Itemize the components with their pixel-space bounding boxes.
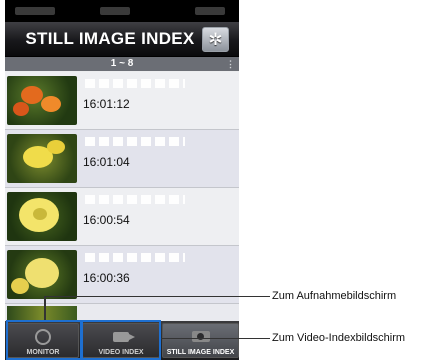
page-range-label: 1 ~ 8 <box>110 58 134 69</box>
tab-video-index[interactable]: VIDEO INDEX <box>82 323 160 358</box>
list-item[interactable]: 16:01:04 <box>5 130 239 188</box>
image-thumbnail <box>7 134 77 183</box>
scroll-indicator: ⋮ <box>226 59 235 69</box>
blurred-date <box>85 79 185 88</box>
item-time: 16:00:54 <box>83 213 130 227</box>
tab-monitor-label: MONITOR <box>26 349 60 356</box>
monitor-icon <box>35 329 51 345</box>
leader-line <box>44 296 270 297</box>
image-thumbnail <box>7 306 77 322</box>
image-thumbnail <box>7 192 77 241</box>
callout-monitor: Zum Aufnahmebildschirm <box>272 290 397 302</box>
image-thumbnail <box>7 76 77 125</box>
tab-monitor[interactable]: MONITOR <box>7 323 79 358</box>
camera-icon <box>191 331 210 342</box>
blurred-date <box>85 195 185 204</box>
item-time: 16:00:36 <box>83 271 130 285</box>
tab-still-image-index-label: STILL IMAGE INDEX <box>166 349 235 356</box>
tab-still-image-index[interactable]: STILL IMAGE INDEX <box>162 323 239 358</box>
phone-screen: STILL IMAGE INDEX ✲ 1 ~ 8 ⋮ 16:01:12 16:… <box>5 0 239 360</box>
status-bar <box>5 0 239 22</box>
image-thumbnail <box>7 250 77 299</box>
blurred-date <box>85 253 185 262</box>
leader-line <box>44 296 46 320</box>
list-item[interactable]: 16:00:54 <box>5 188 239 246</box>
item-time: 16:01:12 <box>83 97 130 111</box>
tab-video-index-label: VIDEO INDEX <box>98 349 144 356</box>
list-item[interactable]: 16:01:12 <box>5 72 239 130</box>
video-camera-icon <box>113 332 135 342</box>
blurred-date <box>85 137 185 146</box>
page-range-bar: 1 ~ 8 ⋮ <box>5 57 239 71</box>
callout-video-index: Zum Video-Indexbildschirm <box>272 332 406 344</box>
page-title: STILL IMAGE INDEX <box>25 29 195 48</box>
leader-line <box>161 338 270 339</box>
settings-button[interactable]: ✲ <box>202 27 229 52</box>
gear-icon: ✲ <box>208 30 223 49</box>
item-time: 16:01:04 <box>83 155 130 169</box>
list-item-partial[interactable] <box>5 303 239 322</box>
bottom-tab-bar: MONITOR VIDEO INDEX STILL IMAGE INDEX <box>5 321 239 360</box>
title-bar: STILL IMAGE INDEX ✲ <box>5 22 239 57</box>
